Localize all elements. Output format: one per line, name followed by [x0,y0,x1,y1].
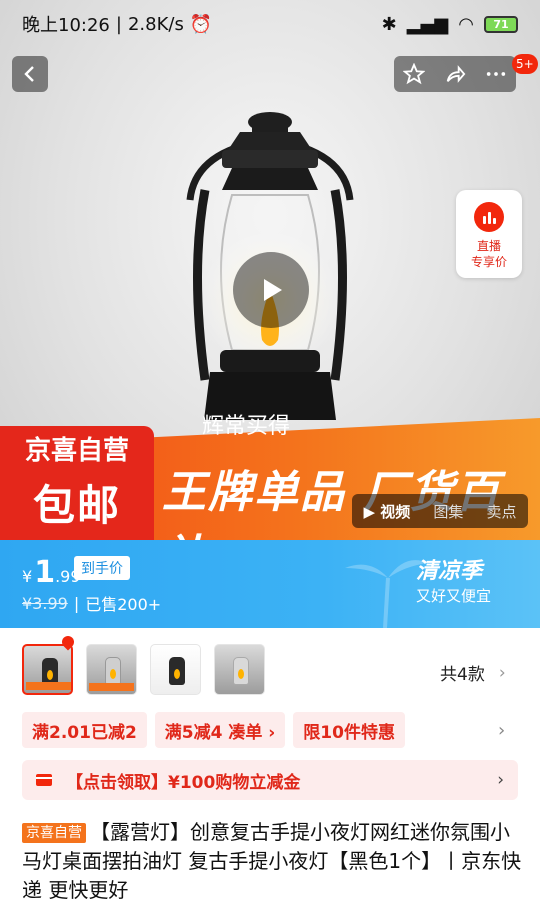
product-hero-image[interactable]: 晚上10:26 | 2.8K/s ⏰ ✱ ▂▄▆ ◠ 71 5+ 直播 专享价 … [0,0,540,540]
battery-icon: 71 [484,15,518,33]
more-icon[interactable] [485,63,507,85]
variant-thumb[interactable] [22,644,73,695]
status-time: 晚上10:26 [22,15,110,36]
tab-gallery[interactable]: 图集 [433,501,463,522]
bluetooth-icon: ✱ [381,13,397,35]
tab-video[interactable]: ▶ 视频 [364,501,411,522]
back-button[interactable] [12,56,48,92]
status-divider: | [115,13,122,35]
status-bar: 晚上10:26 | 2.8K/s ⏰ ✱ ▂▄▆ ◠ 71 [0,0,540,48]
price-currency: ¥ [22,567,33,586]
coupon-text: 【点击领取】¥100购物立减金 [66,772,301,793]
status-speed: 2.8K/s [127,13,184,35]
price-integer: 1 [34,555,56,590]
variant-thumb[interactable] [86,644,137,695]
sold-count: 已售200+ [85,595,162,614]
card-icon [36,774,52,786]
season-title: 清凉季 [416,559,483,584]
product-title: 京喜自营 【露营灯】创意复古手提小夜灯网红迷你氛围小马灯桌面摆拍油灯 复古手提小夜… [22,818,522,905]
variant-thumb[interactable] [150,644,201,695]
live-icon [474,202,504,232]
promo-tag[interactable]: 满5减4 凑单 › [154,712,286,748]
product-title-text: 【露营灯】创意复古手提小夜灯网红迷你氛围小马灯桌面摆拍油灯 复古手提小夜灯【黑色… [22,820,522,902]
top-actions [394,56,516,92]
promo-tag[interactable]: 满2.01已减2 [22,712,147,748]
season-promo[interactable]: 清凉季 又好又便宜 [416,558,491,606]
original-and-sold: ¥3.99 | 已售200+ [22,591,161,615]
tab-selling-points[interactable]: 卖点 [486,501,516,522]
wifi-icon: ◠ [458,13,474,35]
live-label-line1: 直播 [476,239,501,253]
star-icon[interactable] [403,63,426,85]
promotion-tags: 满2.01已减2 满5减4 凑单 › 限10件特惠 [22,712,405,748]
free-shipping-label: 包邮 [32,481,121,530]
promo-tag[interactable]: 限10件特惠 [293,712,405,748]
chevron-right-icon: › [497,770,504,790]
original-price: ¥3.99 [22,593,68,613]
alarm-icon: ⏰ [189,13,213,35]
chevron-left-icon [24,66,34,82]
share-icon[interactable] [444,63,466,85]
divider: | [73,593,80,613]
season-subtitle: 又好又便宜 [416,587,492,605]
chevron-right-icon: › [498,662,506,683]
variant-thumbnails [22,644,265,695]
brand-label: 京喜自营 [24,436,129,466]
to-hand-price-tag: 到手价 [74,556,130,580]
play-icon [264,279,282,301]
variant-thumb[interactable] [214,644,265,695]
signal-icon: ▂▄▆ [406,13,449,35]
live-price-button[interactable]: 直播 专享价 [456,190,522,278]
media-tabs: ▶ 视频 图集 卖点 [352,494,528,528]
live-label-line2: 专享价 [470,255,507,269]
variant-count-label: 共4款 [440,665,485,685]
notification-badge: 5+ [512,54,538,74]
self-operated-badge: 京喜自营 [22,823,86,843]
chevron-right-icon[interactable]: › [498,720,505,741]
coupon-banner[interactable]: 【点击领取】¥100购物立减金 › [22,760,518,800]
tab-video-label: 视频 [380,502,411,521]
play-video-button[interactable] [233,252,309,328]
current-price: ¥ 1 .99 [22,555,81,590]
live-label: 直播 专享价 [471,238,507,270]
variant-count[interactable]: 共4款 › [440,660,506,686]
